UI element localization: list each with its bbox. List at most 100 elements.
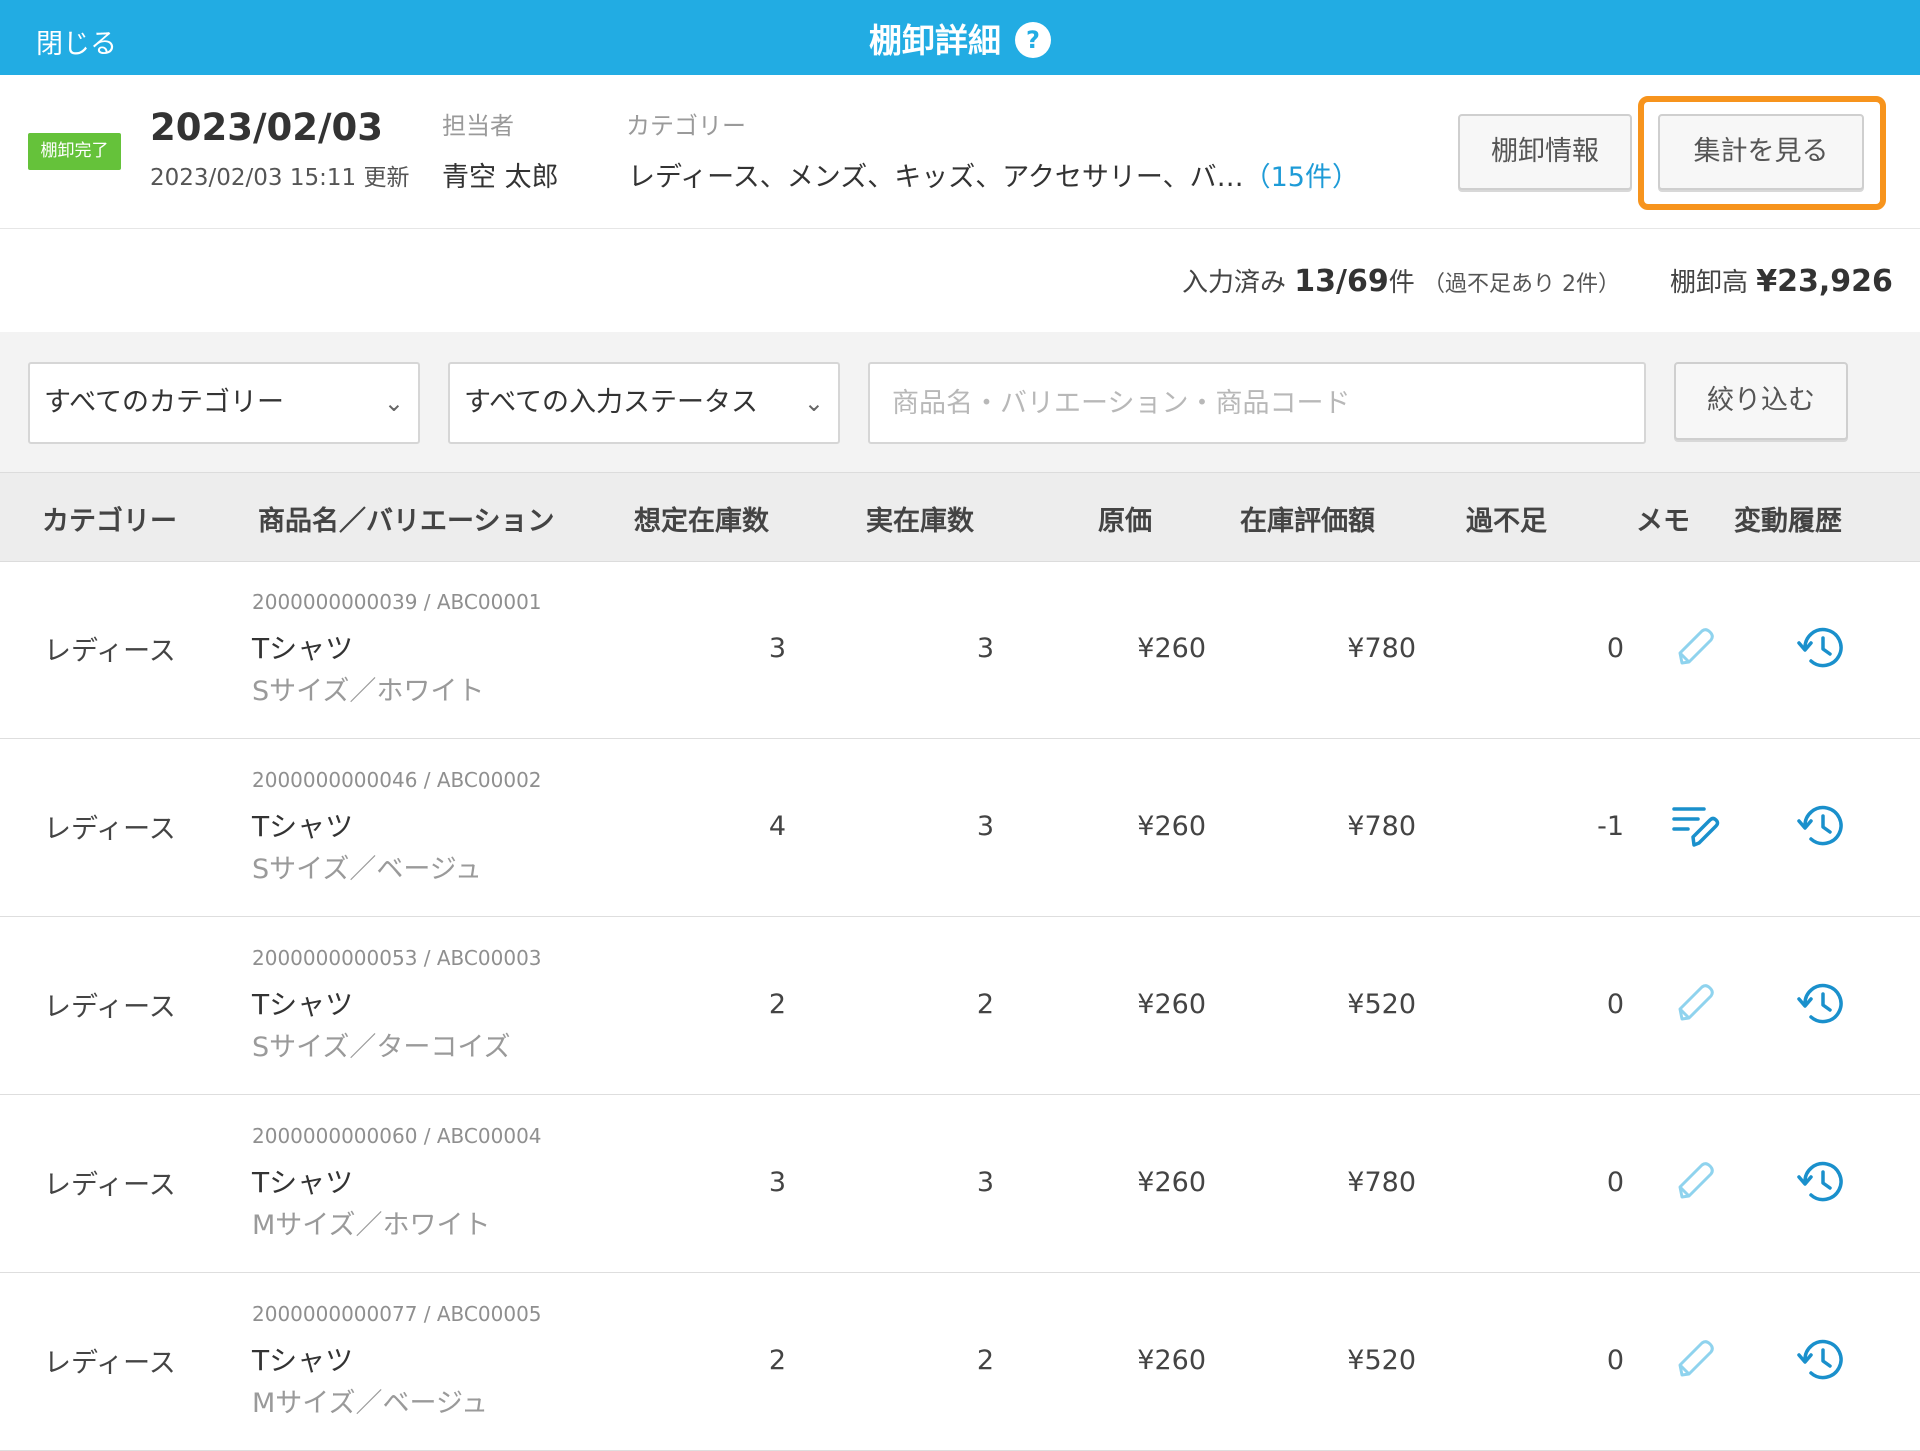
- difference: 0: [1606, 633, 1624, 664]
- stocktake-date: 2023/02/03: [150, 106, 383, 149]
- product-variation: Sサイズ／ターコイズ: [252, 1032, 511, 1063]
- expected-stock: 2: [768, 989, 786, 1020]
- expected-stock: 3: [768, 1167, 786, 1198]
- difference: 0: [1606, 1167, 1624, 1198]
- pencil-icon[interactable]: [1670, 1157, 1720, 1207]
- status-select[interactable]: すべての入力ステータス ⌄: [448, 362, 840, 444]
- category-select-value: すべてのカテゴリー: [44, 387, 285, 418]
- product-name: Tシャツ: [252, 988, 354, 1021]
- cost: ¥260: [1137, 811, 1206, 842]
- memo-edit-icon[interactable]: [1670, 801, 1720, 851]
- actual-stock[interactable]: 3: [874, 811, 994, 842]
- col-history: 変動履歴: [1734, 506, 1842, 537]
- product-name: Tシャツ: [252, 1344, 354, 1377]
- chevron-down-icon: ⌄: [803, 389, 824, 417]
- category-label: カテゴリー: [626, 112, 746, 140]
- stock-total-value: ¥23,926: [1756, 264, 1893, 299]
- category-list-text: レディース、メンズ、キッズ、アクセサリー、バ…: [628, 162, 1244, 193]
- col-cost[interactable]: 原価: [1098, 499, 1152, 538]
- cost: ¥260: [1137, 1345, 1206, 1376]
- difference: -1: [1597, 811, 1624, 842]
- product-code: 2000000000046 / ABC00002: [252, 768, 542, 792]
- updated-timestamp: 2023/02/03 15:11 更新: [150, 165, 410, 191]
- product-variation: Mサイズ／ベージュ: [252, 1388, 489, 1419]
- history-icon[interactable]: [1796, 1155, 1850, 1209]
- stock-value: ¥520: [1347, 989, 1416, 1020]
- table-body: レディース 2000000000039 / ABC00001 Tシャツ Sサイズ…: [0, 561, 1920, 1451]
- stock-value: ¥780: [1347, 811, 1416, 842]
- difference: 0: [1606, 1345, 1624, 1376]
- row-category: レディース: [44, 636, 176, 667]
- product-name: Tシャツ: [252, 632, 354, 665]
- difference: 0: [1606, 989, 1624, 1020]
- stock-total: 棚卸高 ¥23,926: [1670, 262, 1893, 299]
- expected-stock: 4: [768, 811, 786, 842]
- product-code: 2000000000060 / ABC00004: [252, 1124, 542, 1148]
- expected-stock: 3: [768, 633, 786, 664]
- search-input[interactable]: [868, 362, 1646, 444]
- product-variation: Sサイズ／ホワイト: [252, 676, 485, 707]
- chevron-down-icon: ⌄: [383, 389, 404, 417]
- input-progress: 入力済み 13/69件 （過不足あり 2件）: [1182, 262, 1620, 299]
- stock-value: ¥520: [1347, 1345, 1416, 1376]
- actual-stock[interactable]: 3: [874, 633, 994, 664]
- table-row[interactable]: レディース 2000000000046 / ABC00002 Tシャツ Sサイズ…: [0, 739, 1920, 917]
- table-row[interactable]: レディース 2000000000060 / ABC00004 Tシャツ Mサイズ…: [0, 1095, 1920, 1273]
- pencil-icon[interactable]: [1670, 1335, 1720, 1385]
- col-stock-value[interactable]: 在庫評価額: [1240, 499, 1375, 538]
- input-progress-unit: 件: [1388, 268, 1415, 298]
- product-name: Tシャツ: [252, 1166, 354, 1199]
- product-variation: Sサイズ／ベージュ: [252, 854, 482, 885]
- stock-value: ¥780: [1347, 633, 1416, 664]
- top-bar: 閉じる 棚卸詳細?: [0, 0, 1920, 75]
- assignee-label: 担当者: [442, 112, 514, 140]
- pencil-icon[interactable]: [1670, 979, 1720, 1029]
- stock-value: ¥780: [1347, 1167, 1416, 1198]
- table-row[interactable]: レディース 2000000000039 / ABC00001 Tシャツ Sサイズ…: [0, 561, 1920, 739]
- product-code: 2000000000039 / ABC00001: [252, 590, 542, 614]
- expected-stock: 2: [768, 1345, 786, 1376]
- row-category: レディース: [44, 814, 176, 845]
- table-row[interactable]: レディース 2000000000077 / ABC00005 Tシャツ Mサイズ…: [0, 1273, 1920, 1451]
- status-badge: 棚卸完了: [28, 133, 121, 170]
- actual-stock[interactable]: 3: [874, 1167, 994, 1198]
- col-product[interactable]: 商品名／バリエーション: [258, 499, 554, 538]
- help-icon[interactable]: ?: [1015, 21, 1051, 58]
- filter-button[interactable]: 絞り込む: [1674, 362, 1848, 440]
- history-icon[interactable]: [1796, 621, 1850, 675]
- col-category[interactable]: カテゴリー: [42, 499, 177, 538]
- product-code: 2000000000053 / ABC00003: [252, 946, 542, 970]
- shortage-note: （過不足あり 2件）: [1423, 272, 1621, 297]
- product-name: Tシャツ: [252, 810, 354, 843]
- col-difference[interactable]: 過不足: [1466, 499, 1547, 538]
- category-list: レディース、メンズ、キッズ、アクセサリー、バ…（15件）: [628, 155, 1359, 194]
- row-category: レディース: [44, 1348, 176, 1379]
- history-icon[interactable]: [1796, 799, 1850, 853]
- assignee-name: 青空 太郎: [442, 162, 559, 193]
- page-title-text: 棚卸詳細: [869, 21, 1001, 60]
- input-progress-label: 入力済み: [1182, 268, 1287, 298]
- table-header: カテゴリー 商品名／バリエーション 想定在庫数 実在庫数 原価 在庫評価額 過不…: [0, 472, 1920, 562]
- page-title: 棚卸詳細?: [0, 14, 1920, 62]
- status-select-value: すべての入力ステータス: [464, 387, 759, 418]
- pencil-icon[interactable]: [1670, 623, 1720, 673]
- col-memo: メモ: [1636, 506, 1690, 537]
- view-summary-button[interactable]: 集計を見る: [1658, 114, 1864, 190]
- table-row[interactable]: レディース 2000000000053 / ABC00003 Tシャツ Sサイズ…: [0, 917, 1920, 1095]
- actual-stock[interactable]: 2: [874, 1345, 994, 1376]
- history-icon[interactable]: [1796, 977, 1850, 1031]
- row-category: レディース: [44, 1170, 176, 1201]
- actual-stock[interactable]: 2: [874, 989, 994, 1020]
- cost: ¥260: [1137, 633, 1206, 664]
- category-count-link[interactable]: （15件）: [1244, 162, 1359, 193]
- input-progress-value: 13/69: [1294, 264, 1389, 299]
- stocktake-info-bar: [0, 75, 1920, 229]
- row-category: レディース: [44, 992, 176, 1023]
- category-select[interactable]: すべてのカテゴリー ⌄: [28, 362, 420, 444]
- stock-total-label: 棚卸高: [1670, 268, 1749, 298]
- col-expected-stock[interactable]: 想定在庫数: [634, 499, 769, 538]
- history-icon[interactable]: [1796, 1333, 1850, 1387]
- cost: ¥260: [1137, 1167, 1206, 1198]
- stocktake-info-button[interactable]: 棚卸情報: [1458, 114, 1632, 190]
- col-actual-stock[interactable]: 実在庫数: [866, 499, 974, 538]
